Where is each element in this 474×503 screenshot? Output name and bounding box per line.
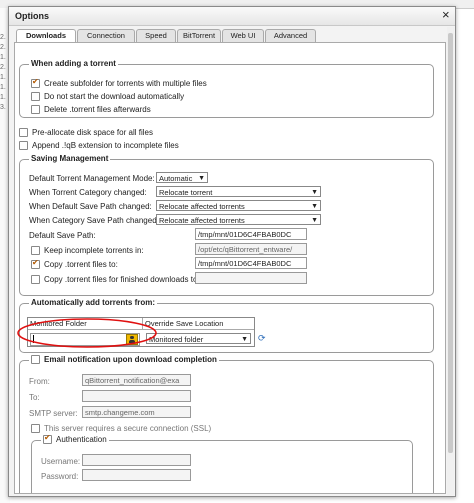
- tab-speed[interactable]: Speed: [136, 29, 176, 42]
- copy-label: Copy .torrent files to:: [44, 260, 118, 269]
- annotation-ellipse-shape: [17, 318, 157, 348]
- def-path-changed-value: Relocate affected torrents: [159, 202, 245, 211]
- cat-path-changed-select[interactable]: Relocate affected torrents ▼: [156, 214, 321, 225]
- bg-row-number: 2.: [0, 44, 6, 51]
- nostart-checkbox[interactable]: [31, 92, 40, 101]
- copy-finished-checkbox[interactable]: [31, 275, 40, 284]
- chevron-down-icon: ▼: [198, 175, 205, 182]
- def-path-changed-label: When Default Save Path changed:: [29, 202, 152, 211]
- def-save-input[interactable]: /tmp/mnt/01D6C4FBAB0DC: [195, 228, 307, 240]
- from-input[interactable]: qBittorrent_notification@exa: [82, 374, 191, 386]
- copy-input[interactable]: /tmp/mnt/01D6C4FBAB0DC: [195, 257, 307, 269]
- keep-incomplete-checkbox[interactable]: [31, 246, 40, 255]
- email-legend[interactable]: Email notification upon download complet…: [29, 355, 219, 364]
- adding-legend: When adding a torrent: [29, 59, 118, 68]
- to-label: To:: [29, 393, 40, 402]
- tab-connection[interactable]: Connection: [77, 29, 135, 42]
- auth-legend-text: Authentication: [56, 435, 107, 444]
- nostart-option[interactable]: Do not start the download automatically: [31, 92, 184, 101]
- bg-row-number: 2.: [0, 34, 6, 41]
- prealloc-checkbox[interactable]: [19, 128, 28, 137]
- cat-changed-label: When Torrent Category changed:: [29, 188, 147, 197]
- tab-webui[interactable]: Web UI: [222, 29, 264, 42]
- append-label: Append .!qB extension to incomplete file…: [32, 141, 179, 150]
- cat-changed-value: Relocate torrent: [159, 188, 213, 197]
- mode-select-value: Automatic: [159, 174, 193, 183]
- dialog-titlebar[interactable]: Options ×: [9, 7, 455, 26]
- password-input[interactable]: [82, 469, 191, 481]
- keep-incomplete-label: Keep incomplete torrents in:: [44, 246, 144, 255]
- smtp-label: SMTP server:: [29, 409, 78, 418]
- bg-row-number: 1.: [0, 54, 6, 61]
- keep-incomplete-option[interactable]: Keep incomplete torrents in:: [31, 246, 144, 255]
- cat-path-changed-label: When Category Save Path changed:: [29, 216, 159, 225]
- copy-finished-option[interactable]: Copy .torrent files for finished downloa…: [31, 275, 200, 284]
- auth-legend[interactable]: Authentication: [41, 433, 109, 444]
- cat-changed-select[interactable]: Relocate torrent ▼: [156, 186, 321, 197]
- downloads-panel: When adding a torrent Create subfolder f…: [14, 42, 446, 494]
- override-select[interactable]: Monitored folder ▼: [146, 333, 251, 344]
- chevron-down-icon: ▼: [311, 217, 318, 224]
- add-folder-icon[interactable]: ⟳: [258, 333, 266, 344]
- bg-row-number: 1.: [0, 94, 6, 101]
- delete-label: Delete .torrent files afterwards: [44, 105, 151, 114]
- chevron-down-icon: ▼: [311, 189, 318, 196]
- append-option[interactable]: Append .!qB extension to incomplete file…: [19, 141, 179, 150]
- subfolder-option[interactable]: Create subfolder for torrents with multi…: [31, 77, 207, 88]
- close-icon[interactable]: ×: [442, 8, 450, 22]
- ssl-label: This server requires a secure connection…: [44, 424, 212, 433]
- auth-fieldset: Authentication: [31, 433, 413, 493]
- copy-finished-input[interactable]: [195, 272, 307, 284]
- from-label: From:: [29, 377, 50, 386]
- nostart-label: Do not start the download automatically: [44, 92, 185, 101]
- smtp-input[interactable]: smtp.changeme.com: [82, 406, 191, 418]
- dialog-title: Options: [15, 11, 49, 21]
- tab-downloads[interactable]: Downloads: [16, 29, 76, 43]
- username-input[interactable]: [82, 454, 191, 466]
- copy-option[interactable]: Copy .torrent files to:: [31, 258, 118, 269]
- delete-option[interactable]: Delete .torrent files afterwards: [31, 105, 151, 114]
- def-save-label: Default Save Path:: [29, 231, 96, 240]
- delete-checkbox[interactable]: [31, 105, 40, 114]
- prealloc-label: Pre-allocate disk space for all files: [32, 128, 153, 137]
- append-checkbox[interactable]: [19, 141, 28, 150]
- to-input[interactable]: [82, 390, 191, 402]
- prealloc-option[interactable]: Pre-allocate disk space for all files: [19, 128, 153, 137]
- chevron-down-icon: ▼: [241, 336, 248, 343]
- bg-row-number: 1.: [0, 74, 6, 81]
- keep-incomplete-input[interactable]: /opt/etc/qBittorrent_entware/: [195, 243, 307, 255]
- options-dialog: Options × Downloads Connection Speed Bit…: [8, 6, 456, 497]
- saving-legend: Saving Management: [29, 154, 111, 163]
- auth-checkbox[interactable]: [43, 433, 52, 444]
- password-label: Password:: [41, 472, 79, 481]
- copy-finished-label: Copy .torrent files for finished downloa…: [44, 275, 200, 284]
- chevron-down-icon: ▼: [311, 203, 318, 210]
- cat-path-changed-value: Relocate affected torrents: [159, 216, 245, 225]
- tab-bittorrent[interactable]: BitTorrent: [177, 29, 221, 42]
- email-legend-text: Email notification upon download complet…: [44, 355, 217, 364]
- copy-checkbox[interactable]: [31, 258, 40, 269]
- def-path-changed-select[interactable]: Relocate affected torrents ▼: [156, 200, 321, 211]
- ssl-checkbox[interactable]: [31, 424, 40, 433]
- bg-row-number: 1.: [0, 84, 6, 91]
- username-label: Username:: [41, 457, 81, 466]
- bg-row-number: 3.: [0, 104, 6, 111]
- mode-label: Default Torrent Management Mode:: [29, 174, 155, 183]
- subfolder-checkbox[interactable]: [31, 77, 40, 88]
- autoadd-legend: Automatically add torrents from:: [29, 298, 158, 307]
- bg-row-number: 2.: [0, 64, 6, 71]
- subfolder-label: Create subfolder for torrents with multi…: [44, 79, 207, 88]
- email-checkbox[interactable]: [31, 355, 40, 364]
- scrollbar[interactable]: [447, 27, 454, 495]
- scrollbar-thumb[interactable]: [448, 33, 453, 453]
- mode-select[interactable]: Automatic ▼: [156, 172, 208, 183]
- tab-advanced[interactable]: Advanced: [265, 29, 316, 42]
- annotation-ellipse: [17, 318, 157, 348]
- ssl-option[interactable]: This server requires a secure connection…: [31, 424, 211, 433]
